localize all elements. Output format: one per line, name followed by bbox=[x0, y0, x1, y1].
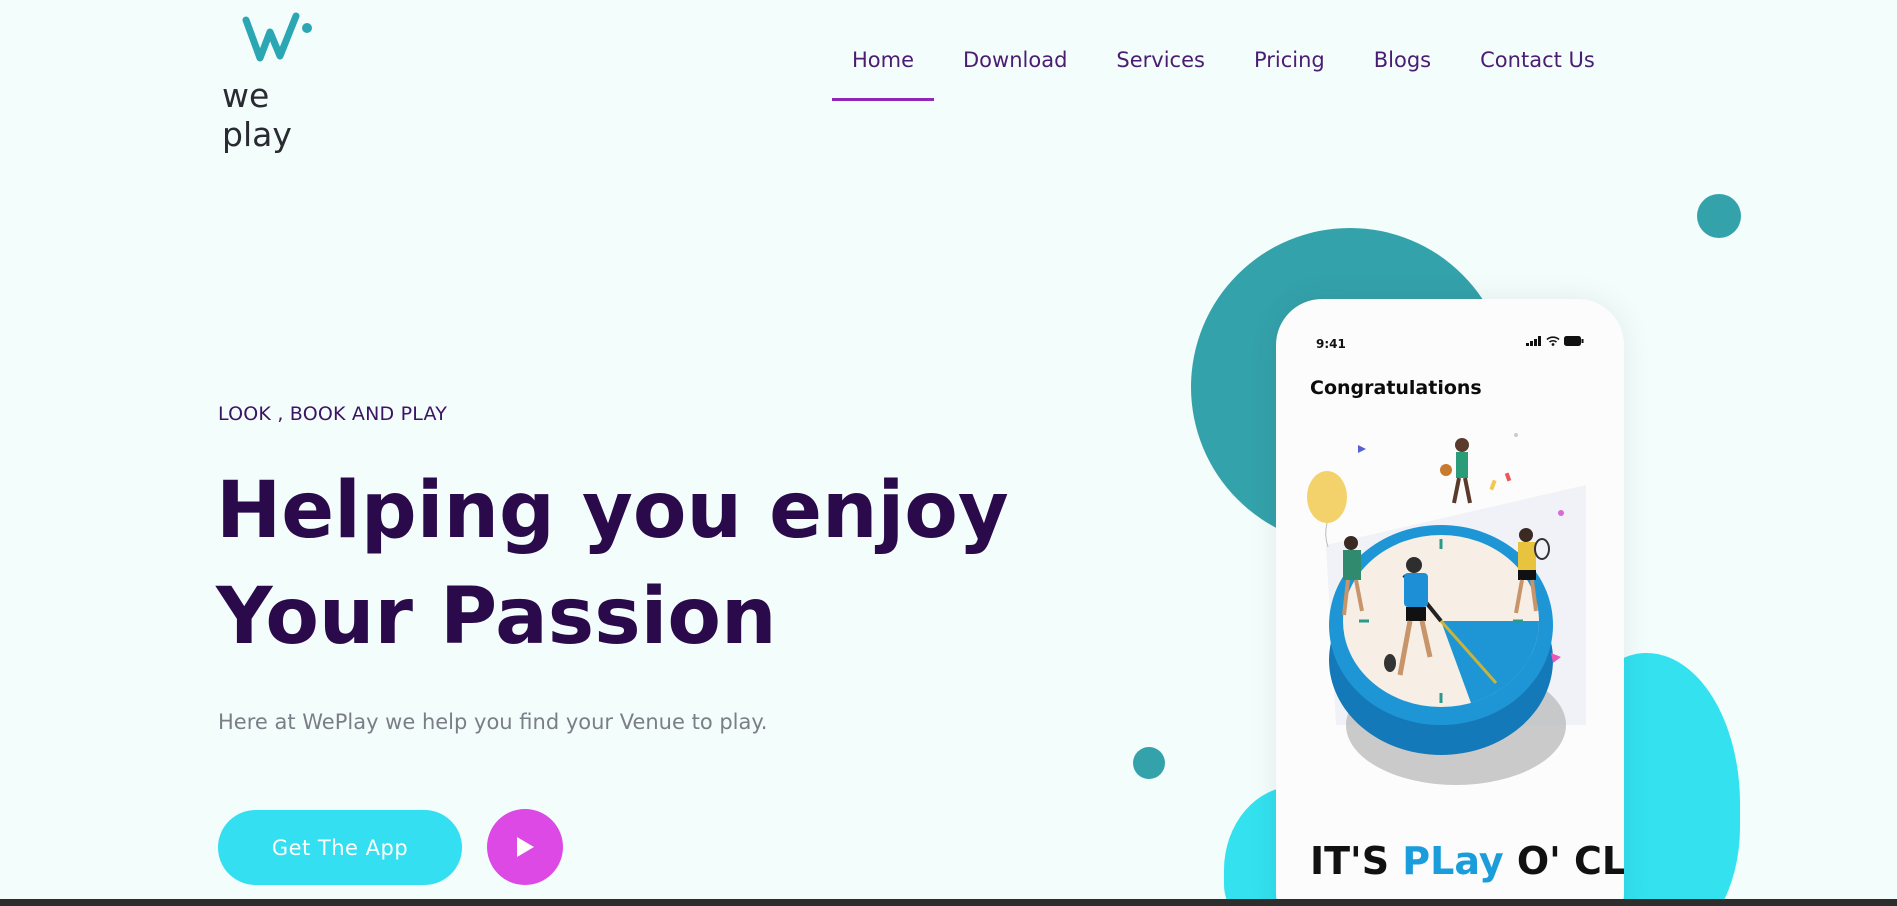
nav-item-services[interactable]: Services bbox=[1116, 48, 1205, 72]
hero-eyebrow: LOOK , BOOK AND PLAY bbox=[218, 403, 447, 425]
phone-tagline: IT'S PLay O' CLOCK bbox=[1310, 839, 1624, 883]
decor-teal-circle-small bbox=[1697, 194, 1741, 238]
main-nav: Home Download Services Pricing Blogs Con… bbox=[831, 48, 1624, 101]
phone-tagline-accent: PLay bbox=[1402, 839, 1504, 883]
nav-item-blogs[interactable]: Blogs bbox=[1374, 48, 1431, 72]
brand-logo[interactable]: we play bbox=[222, 10, 342, 154]
nav-item-home[interactable]: Home bbox=[831, 48, 935, 101]
get-the-app-button[interactable]: Get The App bbox=[218, 810, 462, 885]
sports-clock-illustration bbox=[1307, 433, 1586, 785]
nav-item-pricing[interactable]: Pricing bbox=[1254, 48, 1325, 72]
phone-status-time: 9:41 bbox=[1316, 337, 1346, 351]
phone-status-icons bbox=[1526, 336, 1584, 346]
decor-teal-dot bbox=[1133, 747, 1165, 779]
weplay-logo-icon bbox=[242, 12, 312, 62]
play-icon bbox=[517, 837, 534, 857]
nav-item-download[interactable]: Download bbox=[963, 48, 1067, 72]
hero-headline: Helping you enjoy Your Passion bbox=[216, 458, 1009, 670]
nav-item-contact-us[interactable]: Contact Us bbox=[1480, 48, 1595, 72]
phone-tagline-part2: O' CLOCK bbox=[1516, 839, 1624, 883]
hero-headline-line1: Helping you enjoy bbox=[216, 466, 1009, 556]
phone-heading: Congratulations bbox=[1310, 377, 1482, 399]
battery-icon bbox=[1564, 336, 1584, 346]
logo-text: we play bbox=[222, 76, 292, 154]
play-video-button[interactable] bbox=[487, 809, 563, 885]
phone-tagline-part1: IT'S bbox=[1310, 839, 1403, 883]
phone-mockup: 9:41 Congratulations IT'S PLay O' CL bbox=[1276, 299, 1624, 906]
signal-icon bbox=[1526, 336, 1541, 346]
bottom-scrollbar[interactable] bbox=[0, 899, 1897, 906]
hero-subtext: Here at WePlay we help you find your Ven… bbox=[218, 710, 768, 734]
wifi-icon bbox=[1546, 336, 1560, 346]
hero-headline-line2: Your Passion bbox=[216, 572, 777, 662]
